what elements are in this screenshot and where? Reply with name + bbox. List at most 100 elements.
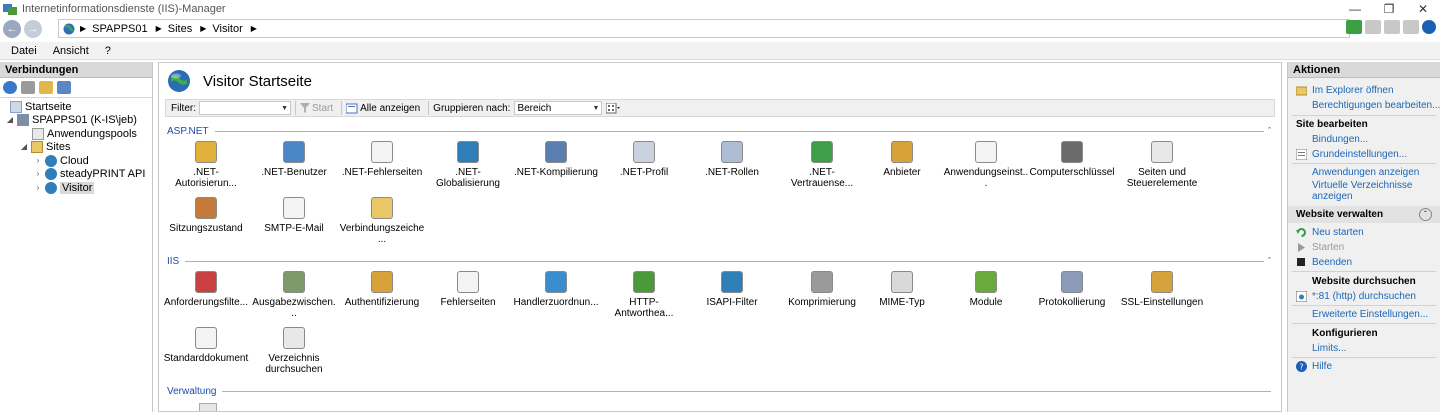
dropdown-arrow-icon: ▼ — [592, 104, 600, 112]
iis-feature-label: Handlerzuordnun... — [513, 297, 599, 308]
action-view-applications[interactable]: Anwendungen anzeigen — [1312, 167, 1419, 178]
tree-item-cloud[interactable]: › Cloud — [34, 154, 89, 167]
tree-item-server[interactable]: ◢ SPAPPS01 (K-IS\jeb) — [6, 113, 137, 126]
section-aspnet[interactable]: ASP.NET ˆ — [167, 125, 1271, 137]
title-bar: Internetinformationsdienste (IIS)-Manage… — [0, 0, 1440, 18]
iis-feature-0[interactable]: Anforderungsfilte... — [163, 271, 249, 308]
iis-feature-9[interactable]: Module — [943, 271, 1029, 308]
aspnet-feature-6[interactable]: .NET-Rollen — [689, 141, 775, 178]
page-header: Visitor Startseite — [159, 63, 1281, 99]
collapse-icon[interactable]: ◢ — [6, 115, 14, 124]
iis-feature-6[interactable]: ISAPI-Filter — [689, 271, 775, 308]
iis-feature-label: Module — [969, 297, 1003, 308]
action-help[interactable]: Hilfe — [1312, 361, 1332, 372]
aspnet-feature-12[interactable]: Sitzungszustand — [163, 197, 249, 234]
collapse-caret-icon[interactable]: ˆ — [1268, 126, 1271, 136]
aspnet-feature-2[interactable]: .NET-Fehlerseiten — [339, 141, 425, 178]
verwaltung-feature-icon[interactable] — [199, 403, 217, 411]
expand-icon[interactable]: › — [34, 169, 42, 178]
explore-icon — [1296, 86, 1307, 96]
aspnet-feature-3[interactable]: .NET-Globalisierung — [425, 141, 511, 189]
start-filter-button[interactable]: Start — [300, 103, 333, 114]
aspnet-feature-9[interactable]: Anwendungseinst... — [943, 141, 1029, 189]
disconnect-icon[interactable] — [57, 81, 71, 94]
go-icon[interactable] — [1346, 20, 1362, 34]
breadcrumb-sites[interactable]: Sites — [168, 23, 192, 35]
tree-item-visitor[interactable]: › Visitor — [34, 181, 95, 194]
aspnet-feature-10[interactable]: Computerschlüssel — [1029, 141, 1115, 178]
action-bindings[interactable]: Bindungen... — [1312, 134, 1368, 145]
menu-help[interactable]: ? — [105, 45, 111, 57]
aspnet-feature-11[interactable]: Seiten und Steuerelemente — [1119, 141, 1205, 189]
collapse-icon[interactable]: ◢ — [20, 142, 28, 151]
start-icon — [1298, 243, 1305, 252]
help-icon[interactable] — [1422, 20, 1436, 34]
aspnet-feature-7[interactable]: .NET-Vertrauense... — [779, 141, 865, 189]
save-icon[interactable] — [21, 81, 35, 94]
iis-feature-7[interactable]: Komprimierung — [779, 271, 865, 308]
features-pane: Visitor Startseite Filter: ▼ Start Alle … — [158, 62, 1282, 412]
back-button[interactable]: ← — [3, 20, 21, 38]
aspnet-feature-0[interactable]: .NET-Autorisierun... — [163, 141, 249, 189]
aspnet-feature-4[interactable]: .NET-Kompilierung — [513, 141, 599, 178]
iis-feature-4[interactable]: Handlerzuordnun... — [513, 271, 599, 308]
view-mode-button[interactable] — [606, 102, 621, 114]
expand-icon[interactable]: › — [34, 183, 42, 192]
iis-feature-label: ISAPI-Filter — [706, 297, 758, 308]
minimize-button[interactable]: — — [1338, 0, 1372, 18]
stop-icon[interactable] — [1365, 20, 1381, 34]
action-start[interactable]: Starten — [1312, 242, 1344, 253]
action-limits[interactable]: Limits... — [1312, 343, 1346, 354]
iis-feature-3[interactable]: Fehlerseiten — [425, 271, 511, 308]
filter-input[interactable]: ▼ — [199, 101, 291, 115]
collapse-section-icon[interactable]: ˆ — [1419, 208, 1432, 221]
group-by-select[interactable]: Bereich ▼ — [514, 101, 603, 115]
iis-feature-icon — [371, 271, 393, 293]
aspnet-feature-13[interactable]: SMTP-E-Mail — [251, 197, 337, 234]
connect-icon[interactable] — [3, 81, 17, 94]
address-box[interactable]: ▶ SPAPPS01 ▶ Sites ▶ Visitor ▶ — [58, 19, 1350, 38]
breadcrumb-visitor[interactable]: Visitor — [212, 23, 242, 35]
action-advanced-settings[interactable]: Erweiterte Einstellungen... — [1312, 309, 1428, 320]
iis-feature-10[interactable]: Protokollierung — [1029, 271, 1115, 308]
aspnet-feature-14[interactable]: Verbindungszeiche... — [339, 197, 425, 245]
tree-item-app-pools[interactable]: Anwendungspools — [32, 127, 137, 140]
refresh-icon[interactable] — [1384, 20, 1400, 34]
home-icon[interactable] — [1403, 20, 1419, 34]
action-browse-port[interactable]: *:81 (http) durchsuchen — [1312, 291, 1416, 302]
tree-item-home[interactable]: Startseite — [10, 100, 71, 113]
tree-item-steadyprint[interactable]: › steadyPRINT API — [34, 167, 145, 180]
action-explore[interactable]: Im Explorer öffnen — [1312, 85, 1394, 96]
aspnet-feature-icon — [195, 197, 217, 219]
breadcrumb-server[interactable]: SPAPPS01 — [92, 23, 147, 35]
collapse-caret-icon[interactable]: ˆ — [1268, 256, 1271, 266]
section-verwaltung[interactable]: Verwaltung — [167, 385, 1271, 397]
iis-feature-13[interactable]: Verzeichnis durchsuchen — [251, 327, 337, 375]
iis-feature-5[interactable]: HTTP-Antworthea... — [601, 271, 687, 319]
up-folder-icon[interactable] — [39, 81, 53, 94]
action-view-virtual-dirs[interactable]: Virtuelle Verzeichnisse — [1312, 180, 1412, 191]
actions-header: Aktionen — [1288, 62, 1440, 78]
iis-feature-11[interactable]: SSL-Einstellungen — [1119, 271, 1205, 308]
action-stop[interactable]: Beenden — [1312, 257, 1352, 268]
aspnet-feature-1[interactable]: .NET-Benutzer — [251, 141, 337, 178]
aspnet-feature-8[interactable]: Anbieter — [859, 141, 945, 178]
forward-button[interactable]: → — [24, 20, 42, 38]
aspnet-feature-5[interactable]: .NET-Profil — [601, 141, 687, 178]
section-iis[interactable]: IIS ˆ — [167, 255, 1271, 267]
tree-item-sites[interactable]: ◢ Sites — [20, 140, 70, 153]
iis-feature-12[interactable]: Standarddokument — [163, 327, 249, 364]
iis-feature-1[interactable]: Ausgabezwischen... — [251, 271, 337, 319]
action-edit-permissions[interactable]: Berechtigungen bearbeiten... — [1312, 100, 1440, 111]
action-view-virtual-dirs-2[interactable]: anzeigen — [1312, 191, 1353, 202]
menu-ansicht[interactable]: Ansicht — [53, 45, 89, 57]
iis-feature-2[interactable]: Authentifizierung — [339, 271, 425, 308]
action-basic-settings[interactable]: Grundeinstellungen... — [1312, 149, 1407, 160]
action-restart[interactable]: Neu starten — [1312, 227, 1364, 238]
menu-datei[interactable]: Datei — [11, 45, 37, 57]
close-button[interactable]: ✕ — [1406, 0, 1440, 18]
show-all-button[interactable]: Alle anzeigen — [346, 103, 420, 114]
maximize-button[interactable]: ❐ — [1372, 0, 1406, 18]
expand-icon[interactable]: › — [34, 156, 42, 165]
iis-feature-8[interactable]: MIME-Typ — [859, 271, 945, 308]
